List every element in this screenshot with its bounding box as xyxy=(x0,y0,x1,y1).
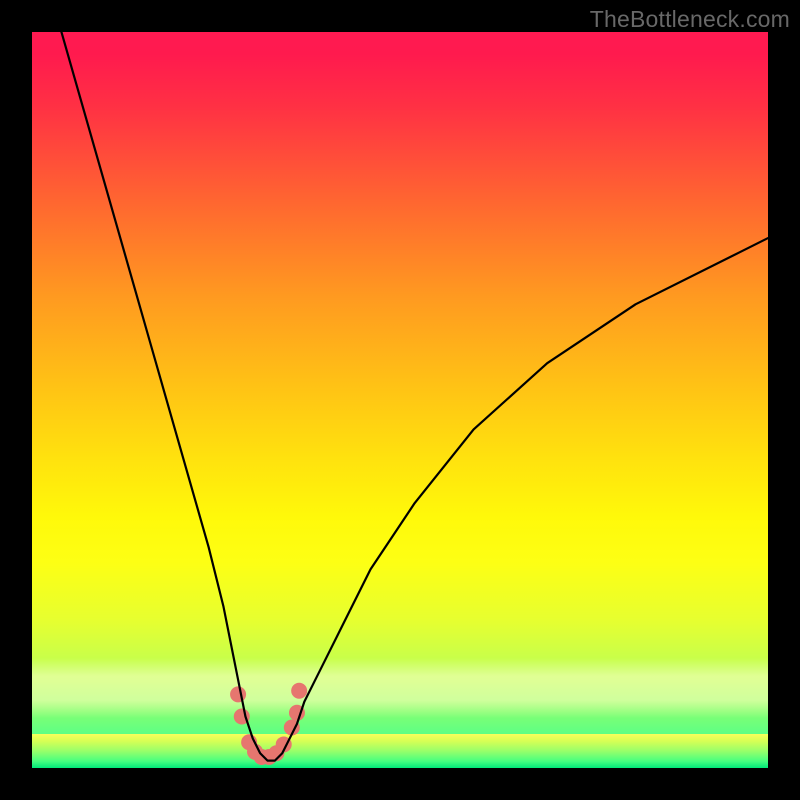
plot-area xyxy=(32,32,768,768)
bottleneck-curve xyxy=(61,32,768,761)
curve-svg xyxy=(32,32,768,768)
watermark-text: TheBottleneck.com xyxy=(590,6,790,33)
curve-dot xyxy=(291,683,307,699)
chart-frame: TheBottleneck.com xyxy=(0,0,800,800)
curve-dot xyxy=(230,686,246,702)
